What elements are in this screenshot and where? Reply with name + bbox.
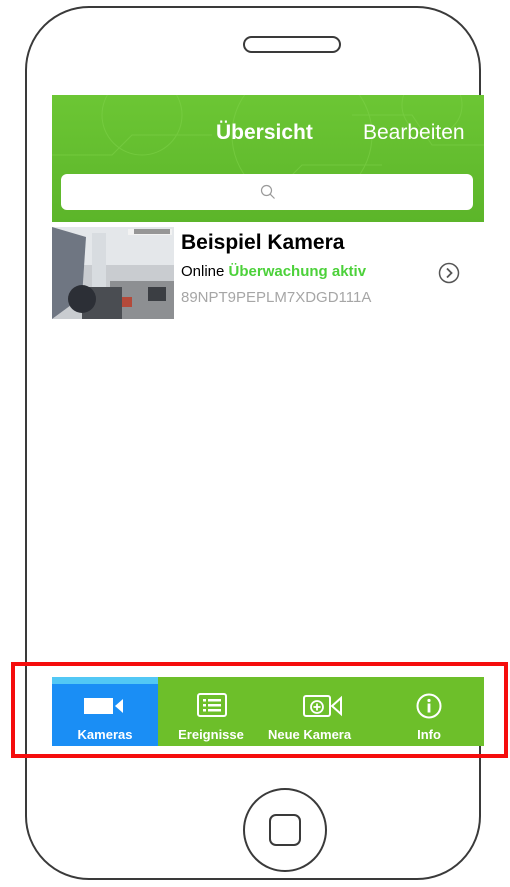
search-icon [260,184,275,199]
home-button[interactable] [243,788,327,872]
camera-status: Online Überwachung aktiv [181,263,366,280]
online-status: Online [181,263,225,280]
navigation-bar: Übersicht Bearbeiten [52,95,484,222]
home-square-icon [269,814,301,846]
search-input[interactable] [61,174,473,210]
camera-name: Beispiel Kamera [181,231,345,254]
camera-thumbnail [52,227,174,319]
tab-bar-highlight-annotation [11,662,508,758]
camera-device-id: 89NPT9PEPLM7XDGD111A [181,289,372,306]
speaker-slot [243,36,341,53]
edit-button[interactable]: Bearbeiten [363,121,465,145]
monitoring-status: Überwachung aktiv [228,263,367,280]
camera-list-item[interactable]: Beispiel Kamera Online Überwachung aktiv… [52,227,484,319]
chevron-right-circle-icon[interactable] [438,262,460,284]
app-screen: Übersicht Bearbeiten Beispiel Kamera Onl… [52,95,484,746]
page-title: Übersicht [216,121,313,144]
